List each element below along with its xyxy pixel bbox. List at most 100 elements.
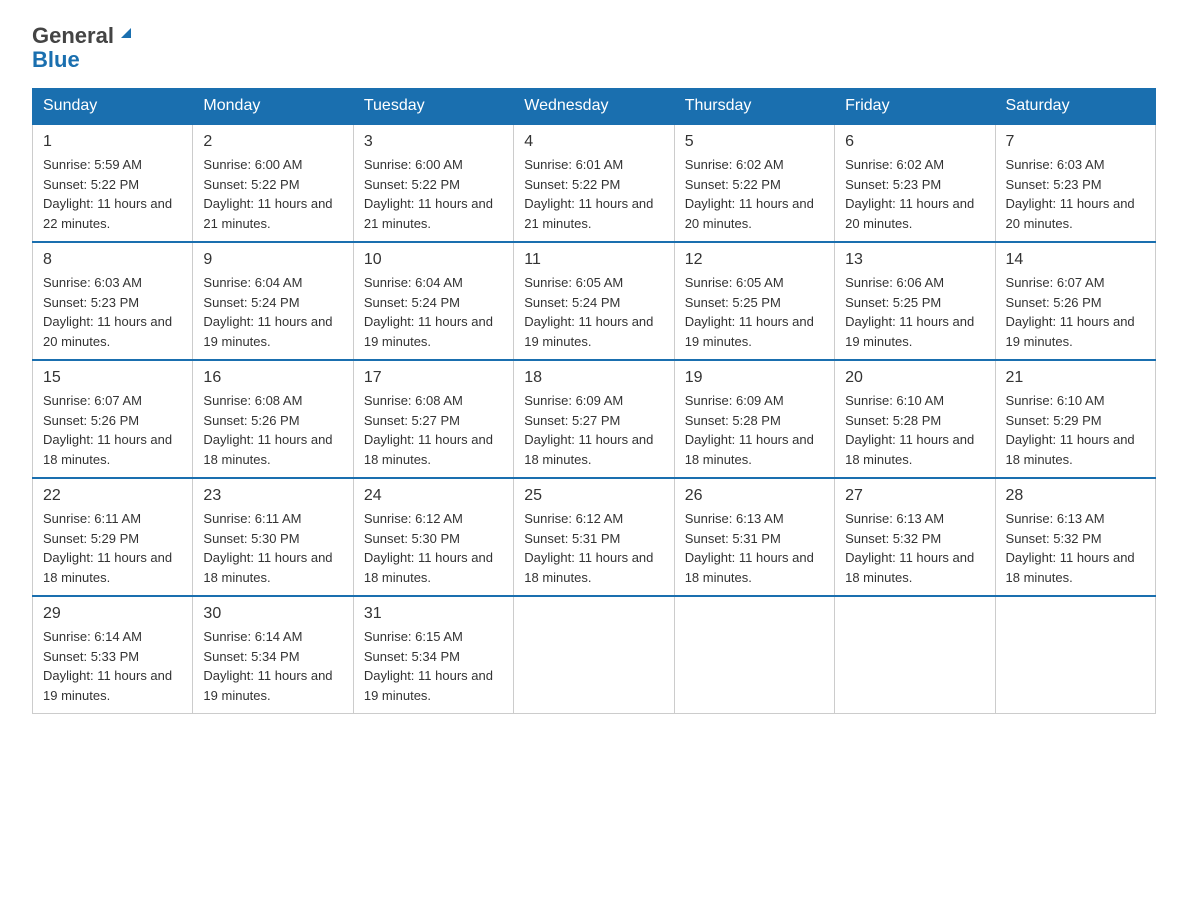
daylight-label: Daylight: 11 hours and 18 minutes.	[43, 550, 172, 585]
calendar-week-row: 8 Sunrise: 6:03 AM Sunset: 5:23 PM Dayli…	[33, 242, 1156, 360]
calendar-cell: 2 Sunrise: 6:00 AM Sunset: 5:22 PM Dayli…	[193, 124, 353, 242]
calendar-week-row: 22 Sunrise: 6:11 AM Sunset: 5:29 PM Dayl…	[33, 478, 1156, 596]
sunset-label: Sunset: 5:29 PM	[1006, 413, 1102, 428]
day-info: Sunrise: 6:14 AM Sunset: 5:34 PM Dayligh…	[203, 627, 342, 705]
calendar-cell: 4 Sunrise: 6:01 AM Sunset: 5:22 PM Dayli…	[514, 124, 674, 242]
sunset-label: Sunset: 5:22 PM	[524, 177, 620, 192]
calendar-cell: 18 Sunrise: 6:09 AM Sunset: 5:27 PM Dayl…	[514, 360, 674, 478]
sunset-label: Sunset: 5:23 PM	[845, 177, 941, 192]
daylight-label: Daylight: 11 hours and 20 minutes.	[43, 314, 172, 349]
sunset-label: Sunset: 5:33 PM	[43, 649, 139, 664]
calendar-cell: 16 Sunrise: 6:08 AM Sunset: 5:26 PM Dayl…	[193, 360, 353, 478]
day-number: 26	[685, 487, 824, 505]
calendar-header-row: SundayMondayTuesdayWednesdayThursdayFrid…	[33, 89, 1156, 125]
calendar-cell: 5 Sunrise: 6:02 AM Sunset: 5:22 PM Dayli…	[674, 124, 834, 242]
calendar-cell: 31 Sunrise: 6:15 AM Sunset: 5:34 PM Dayl…	[353, 596, 513, 714]
day-info: Sunrise: 5:59 AM Sunset: 5:22 PM Dayligh…	[43, 155, 182, 233]
sunset-label: Sunset: 5:24 PM	[524, 295, 620, 310]
sunrise-label: Sunrise: 6:12 AM	[524, 511, 623, 526]
calendar-cell	[835, 596, 995, 714]
sunset-label: Sunset: 5:28 PM	[845, 413, 941, 428]
sunrise-label: Sunrise: 6:04 AM	[364, 275, 463, 290]
sunrise-label: Sunrise: 6:02 AM	[685, 157, 784, 172]
calendar-cell: 1 Sunrise: 5:59 AM Sunset: 5:22 PM Dayli…	[33, 124, 193, 242]
sunrise-label: Sunrise: 6:00 AM	[203, 157, 302, 172]
day-header-thursday: Thursday	[674, 89, 834, 125]
calendar-cell: 9 Sunrise: 6:04 AM Sunset: 5:24 PM Dayli…	[193, 242, 353, 360]
day-number: 27	[845, 487, 984, 505]
sunset-label: Sunset: 5:30 PM	[364, 531, 460, 546]
daylight-label: Daylight: 11 hours and 18 minutes.	[203, 550, 332, 585]
sunset-label: Sunset: 5:23 PM	[43, 295, 139, 310]
day-number: 8	[43, 251, 182, 269]
sunset-label: Sunset: 5:32 PM	[1006, 531, 1102, 546]
day-info: Sunrise: 6:04 AM Sunset: 5:24 PM Dayligh…	[364, 273, 503, 351]
calendar-week-row: 1 Sunrise: 5:59 AM Sunset: 5:22 PM Dayli…	[33, 124, 1156, 242]
sunset-label: Sunset: 5:26 PM	[203, 413, 299, 428]
day-number: 30	[203, 605, 342, 623]
calendar-cell: 28 Sunrise: 6:13 AM Sunset: 5:32 PM Dayl…	[995, 478, 1155, 596]
calendar-cell: 25 Sunrise: 6:12 AM Sunset: 5:31 PM Dayl…	[514, 478, 674, 596]
day-number: 24	[364, 487, 503, 505]
day-info: Sunrise: 6:05 AM Sunset: 5:25 PM Dayligh…	[685, 273, 824, 351]
day-info: Sunrise: 6:13 AM Sunset: 5:31 PM Dayligh…	[685, 509, 824, 587]
calendar-cell: 14 Sunrise: 6:07 AM Sunset: 5:26 PM Dayl…	[995, 242, 1155, 360]
sunset-label: Sunset: 5:22 PM	[685, 177, 781, 192]
sunrise-label: Sunrise: 5:59 AM	[43, 157, 142, 172]
sunrise-label: Sunrise: 6:06 AM	[845, 275, 944, 290]
daylight-label: Daylight: 11 hours and 18 minutes.	[364, 432, 493, 467]
day-info: Sunrise: 6:03 AM Sunset: 5:23 PM Dayligh…	[1006, 155, 1145, 233]
daylight-label: Daylight: 11 hours and 18 minutes.	[1006, 550, 1135, 585]
sunrise-label: Sunrise: 6:08 AM	[203, 393, 302, 408]
day-number: 2	[203, 133, 342, 151]
calendar-cell: 29 Sunrise: 6:14 AM Sunset: 5:33 PM Dayl…	[33, 596, 193, 714]
calendar-cell	[674, 596, 834, 714]
daylight-label: Daylight: 11 hours and 19 minutes.	[685, 314, 814, 349]
calendar-cell: 12 Sunrise: 6:05 AM Sunset: 5:25 PM Dayl…	[674, 242, 834, 360]
day-info: Sunrise: 6:12 AM Sunset: 5:30 PM Dayligh…	[364, 509, 503, 587]
sunrise-label: Sunrise: 6:07 AM	[1006, 275, 1105, 290]
sunset-label: Sunset: 5:22 PM	[43, 177, 139, 192]
calendar-cell: 10 Sunrise: 6:04 AM Sunset: 5:24 PM Dayl…	[353, 242, 513, 360]
logo-arrow-icon	[117, 24, 135, 47]
day-info: Sunrise: 6:13 AM Sunset: 5:32 PM Dayligh…	[845, 509, 984, 587]
calendar-cell: 17 Sunrise: 6:08 AM Sunset: 5:27 PM Dayl…	[353, 360, 513, 478]
sunrise-label: Sunrise: 6:03 AM	[43, 275, 142, 290]
day-number: 15	[43, 369, 182, 387]
day-header-sunday: Sunday	[33, 89, 193, 125]
day-number: 1	[43, 133, 182, 151]
daylight-label: Daylight: 11 hours and 19 minutes.	[43, 668, 172, 703]
sunrise-label: Sunrise: 6:07 AM	[43, 393, 142, 408]
day-number: 10	[364, 251, 503, 269]
sunset-label: Sunset: 5:28 PM	[685, 413, 781, 428]
sunset-label: Sunset: 5:25 PM	[685, 295, 781, 310]
day-number: 22	[43, 487, 182, 505]
day-info: Sunrise: 6:02 AM Sunset: 5:22 PM Dayligh…	[685, 155, 824, 233]
calendar-cell: 19 Sunrise: 6:09 AM Sunset: 5:28 PM Dayl…	[674, 360, 834, 478]
daylight-label: Daylight: 11 hours and 20 minutes.	[845, 196, 974, 231]
logo: General Blue	[32, 24, 135, 72]
daylight-label: Daylight: 11 hours and 18 minutes.	[845, 550, 974, 585]
daylight-label: Daylight: 11 hours and 19 minutes.	[203, 668, 332, 703]
calendar-cell: 27 Sunrise: 6:13 AM Sunset: 5:32 PM Dayl…	[835, 478, 995, 596]
day-info: Sunrise: 6:06 AM Sunset: 5:25 PM Dayligh…	[845, 273, 984, 351]
day-info: Sunrise: 6:01 AM Sunset: 5:22 PM Dayligh…	[524, 155, 663, 233]
day-number: 17	[364, 369, 503, 387]
sunset-label: Sunset: 5:30 PM	[203, 531, 299, 546]
sunset-label: Sunset: 5:34 PM	[364, 649, 460, 664]
day-info: Sunrise: 6:00 AM Sunset: 5:22 PM Dayligh…	[364, 155, 503, 233]
sunrise-label: Sunrise: 6:09 AM	[685, 393, 784, 408]
sunset-label: Sunset: 5:26 PM	[43, 413, 139, 428]
daylight-label: Daylight: 11 hours and 18 minutes.	[524, 432, 653, 467]
day-info: Sunrise: 6:05 AM Sunset: 5:24 PM Dayligh…	[524, 273, 663, 351]
sunset-label: Sunset: 5:34 PM	[203, 649, 299, 664]
day-number: 20	[845, 369, 984, 387]
sunrise-label: Sunrise: 6:11 AM	[43, 511, 141, 526]
day-info: Sunrise: 6:10 AM Sunset: 5:29 PM Dayligh…	[1006, 391, 1145, 469]
page-header: General Blue	[32, 24, 1156, 72]
sunset-label: Sunset: 5:22 PM	[203, 177, 299, 192]
day-header-wednesday: Wednesday	[514, 89, 674, 125]
sunset-label: Sunset: 5:26 PM	[1006, 295, 1102, 310]
calendar-week-row: 29 Sunrise: 6:14 AM Sunset: 5:33 PM Dayl…	[33, 596, 1156, 714]
day-number: 29	[43, 605, 182, 623]
